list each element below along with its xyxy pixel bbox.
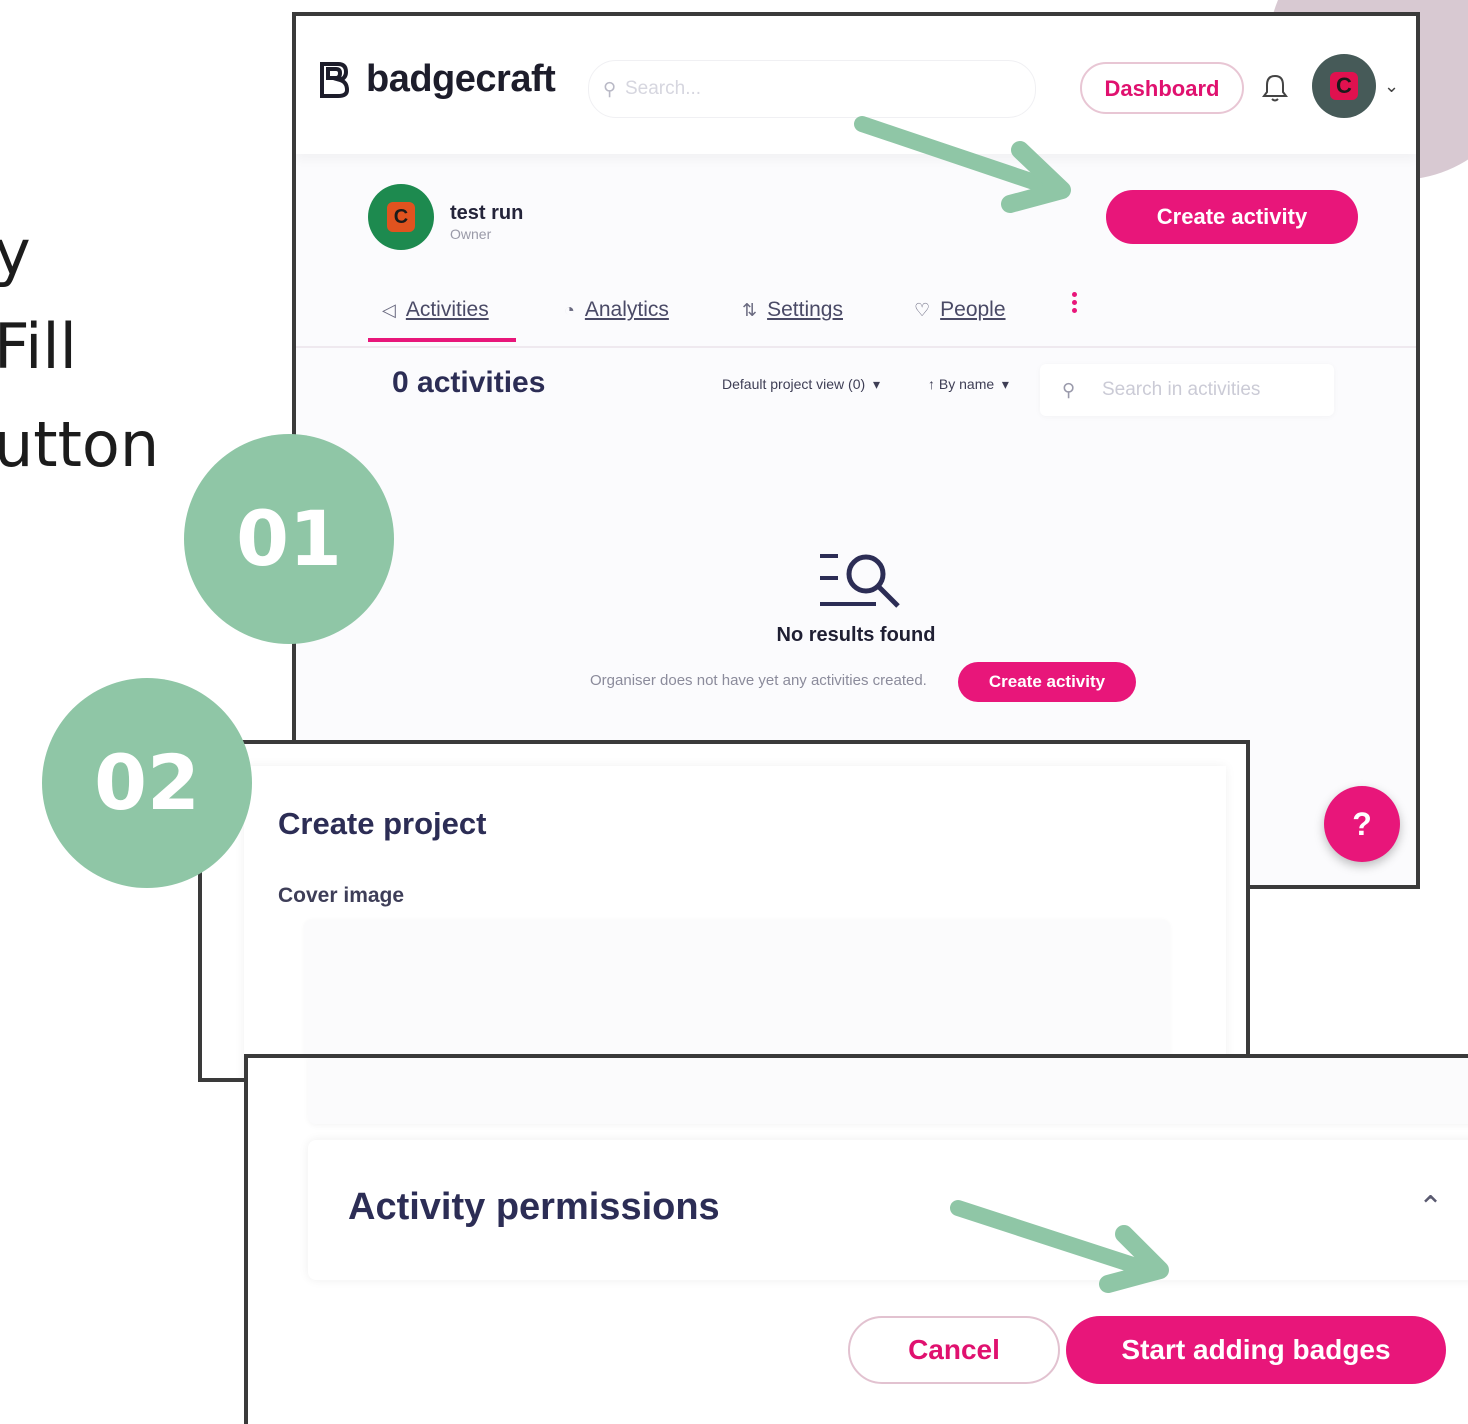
more-options-icon[interactable]	[1072, 292, 1078, 316]
side-caption-line-3: utton	[0, 408, 160, 481]
cover-image-dropzone-bottom[interactable]	[308, 1058, 1468, 1124]
no-results-description: Organiser does not have yet any activiti…	[590, 672, 927, 689]
chevron-down-icon[interactable]: ⌄	[1384, 76, 1399, 97]
activity-permissions-title: Activity permissions	[348, 1186, 720, 1228]
activities-count: 0 activities	[392, 366, 546, 399]
tab-activities[interactable]: ◁ Activities	[382, 298, 489, 322]
cover-image-label: Cover image	[278, 884, 405, 907]
active-tab-indicator	[368, 338, 516, 342]
pie-chart-icon: ◔	[564, 300, 575, 320]
step-badge-01: 01	[184, 434, 394, 644]
search-icon: ⚲	[1062, 380, 1076, 400]
global-search-placeholder: Search...	[625, 78, 702, 99]
tab-people[interactable]: ♡ People	[914, 298, 1006, 322]
activities-icon: ◁	[382, 300, 396, 320]
side-caption-line-1: y	[0, 216, 31, 289]
create-project-footer-screenshot: Activity permissions ⌃ Cancel Start addi…	[244, 1054, 1468, 1424]
create-activity-button[interactable]: Create activity	[1106, 190, 1358, 244]
activities-search-input[interactable]: ⚲ Search in activities	[1040, 364, 1334, 416]
avatar-letter: C	[1330, 72, 1358, 100]
sliders-icon: ⇅	[742, 300, 758, 320]
app-logo-text[interactable]: badgecraft	[366, 58, 556, 101]
sort-label: By name	[938, 376, 995, 392]
project-avatar: C	[368, 184, 434, 250]
caret-down-icon: ▾	[869, 376, 880, 392]
tab-people-label: People	[940, 298, 1006, 321]
no-results-title: No results found	[776, 624, 936, 646]
start-adding-badges-button[interactable]: Start adding badges	[1066, 1316, 1446, 1384]
dashboard-button[interactable]: Dashboard	[1080, 62, 1244, 114]
project-view-select[interactable]: Default project view (0) ▾	[722, 376, 880, 393]
caret-down-icon: ▾	[998, 376, 1009, 392]
project-avatar-letter: C	[387, 202, 415, 232]
cancel-button[interactable]: Cancel	[848, 1316, 1060, 1384]
tab-settings[interactable]: ⇅ Settings	[742, 298, 843, 322]
activities-search-placeholder: Search in activities	[1102, 379, 1261, 400]
project-view-label: Default project view (0)	[722, 376, 866, 392]
sort-arrow-icon: ↑	[928, 376, 939, 392]
tab-activities-label: Activities	[405, 298, 489, 321]
create-activity-button-secondary[interactable]: Create activity	[958, 662, 1136, 702]
chevron-up-icon[interactable]: ⌃	[1418, 1190, 1443, 1225]
tab-analytics-label: Analytics	[584, 298, 669, 321]
tab-analytics[interactable]: ◔ Analytics	[564, 298, 669, 322]
sort-select[interactable]: ↑ By name ▾	[928, 376, 1009, 393]
search-icon: ⚲	[603, 79, 617, 99]
tab-settings-label: Settings	[767, 298, 843, 321]
activity-permissions-panel[interactable]: Activity permissions ⌃	[308, 1140, 1468, 1280]
side-caption-line-2: Fill	[0, 310, 77, 383]
people-icon: ♡	[914, 300, 931, 320]
bell-icon[interactable]	[1260, 72, 1290, 104]
modal-title: Create project	[278, 806, 487, 841]
step-badge-02: 02	[42, 678, 252, 888]
no-results-icon	[820, 554, 900, 608]
global-search-input[interactable]: ⚲ Search...	[588, 60, 1036, 118]
user-avatar[interactable]: C	[1312, 54, 1376, 118]
project-role: Owner	[450, 226, 492, 242]
project-name: test run	[450, 202, 524, 224]
create-project-modal-screenshot: Create project Cover image	[198, 740, 1250, 1082]
help-button[interactable]: ?	[1324, 786, 1400, 862]
badgecraft-logo-icon	[320, 62, 350, 98]
top-navbar: badgecraft ⚲ Search... Dashboard C ⌄	[296, 16, 1416, 154]
